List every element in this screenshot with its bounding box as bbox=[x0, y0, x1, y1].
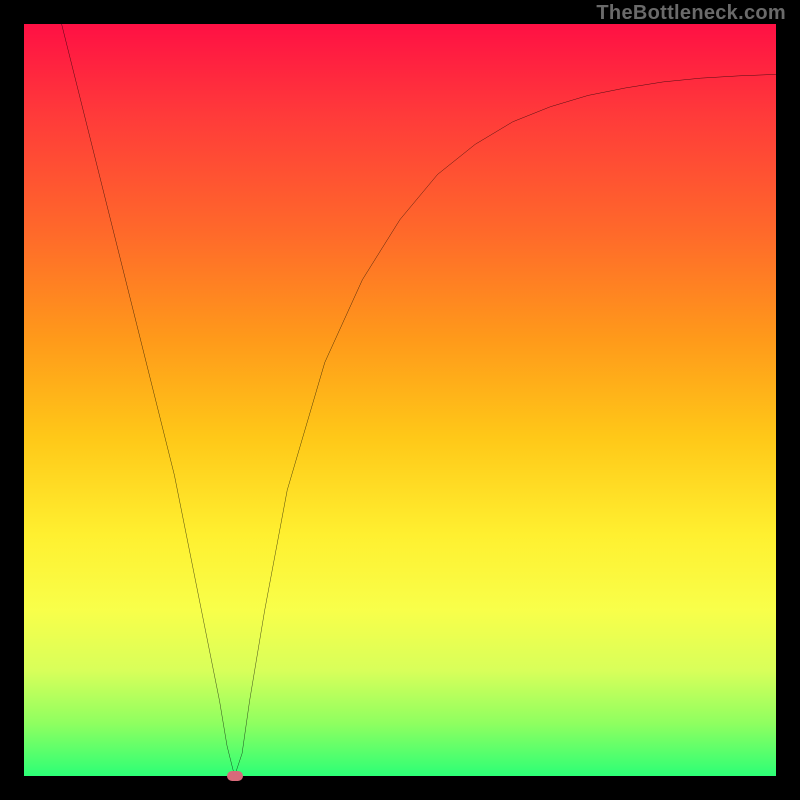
chart-frame: TheBottleneck.com bbox=[0, 0, 800, 800]
optimal-point-marker bbox=[227, 771, 243, 781]
bottleneck-curve bbox=[24, 24, 776, 776]
attribution-label: TheBottleneck.com bbox=[596, 2, 786, 25]
plot-area bbox=[24, 24, 776, 776]
